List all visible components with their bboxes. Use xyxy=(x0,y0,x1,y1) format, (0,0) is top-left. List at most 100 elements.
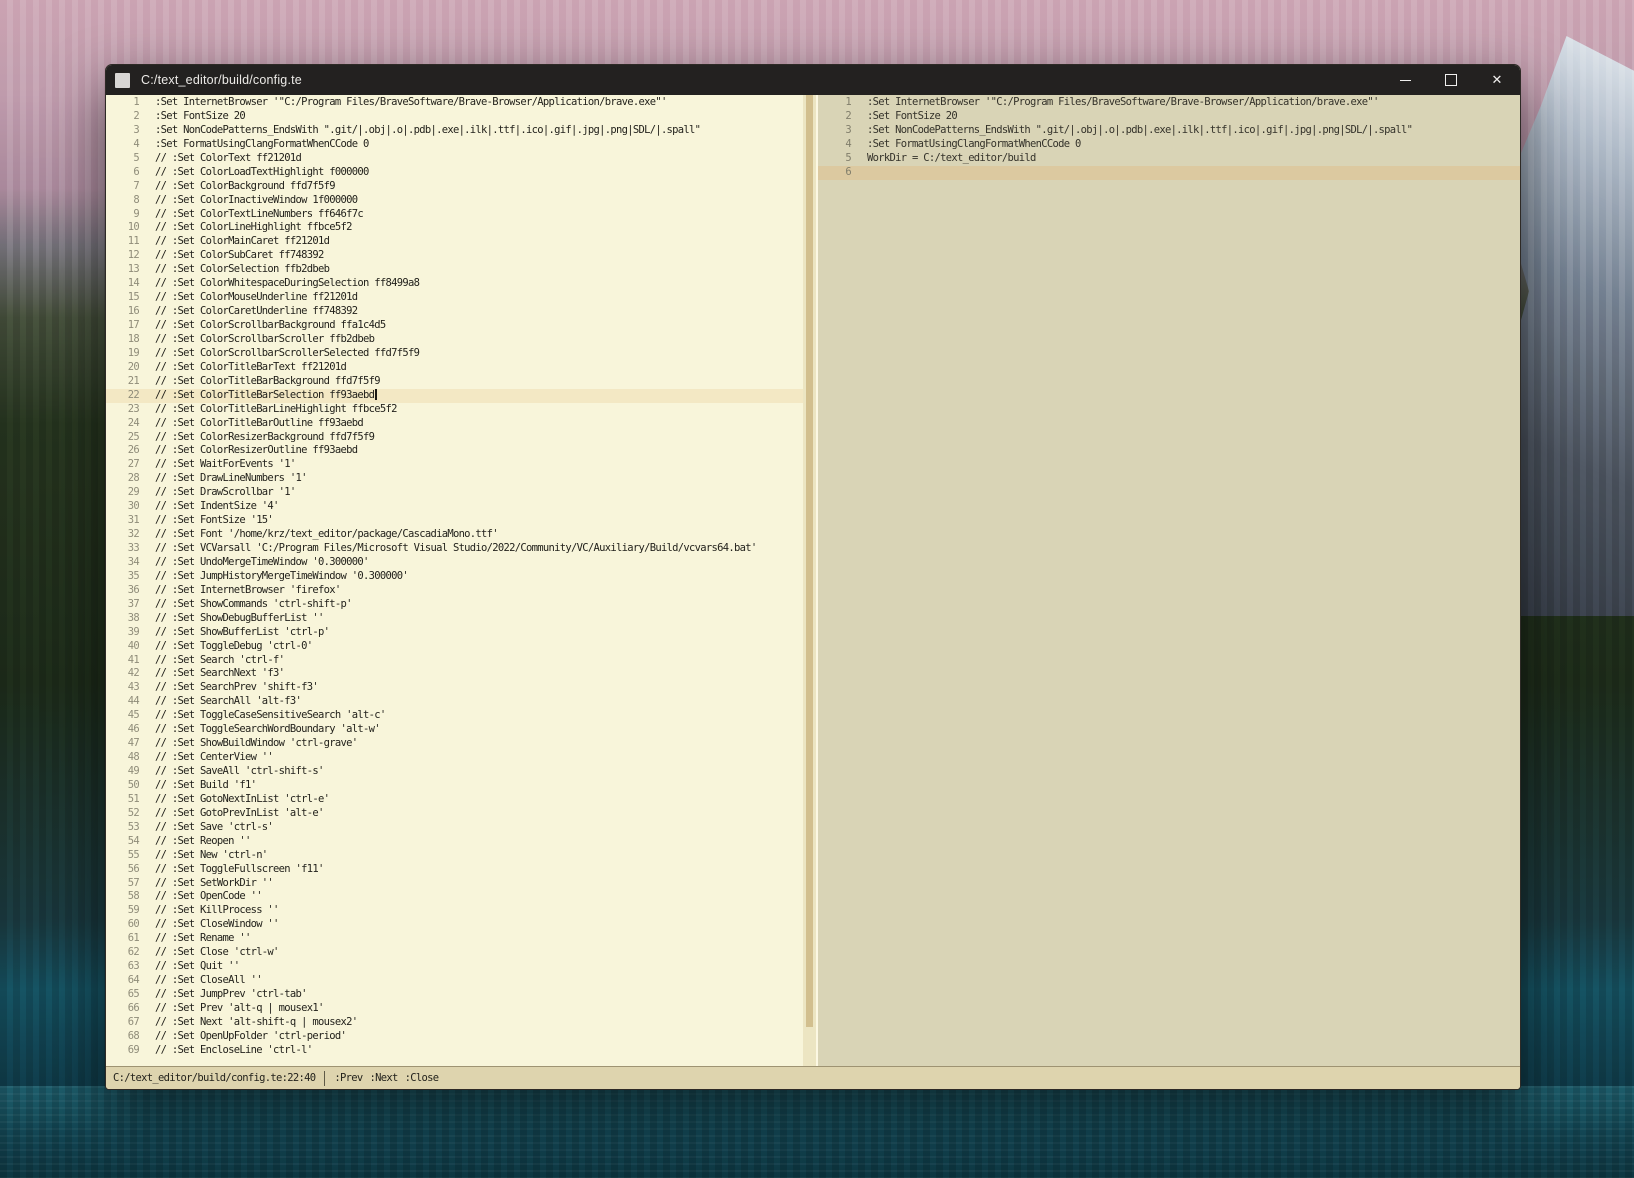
code-line[interactable]: 34 // :Set UndoMergeTimeWindow '0.300000… xyxy=(106,556,804,570)
line-number: 45 xyxy=(106,709,139,723)
line-number: 55 xyxy=(106,849,139,863)
code-line[interactable]: 58 // :Set OpenCode '' xyxy=(106,890,804,904)
code-line[interactable]: 41 // :Set Search 'ctrl-f' xyxy=(106,654,804,668)
code-line[interactable]: 57 // :Set SetWorkDir '' xyxy=(106,877,804,891)
code-line[interactable]: 42 // :Set SearchNext 'f3' xyxy=(106,667,804,681)
code-line[interactable]: 4 :Set FormatUsingClangFormatWhenCCode 0 xyxy=(106,138,804,152)
code-line[interactable]: 4 :Set FormatUsingClangFormatWhenCCode 0 xyxy=(818,138,1520,152)
close-command[interactable]: :Close xyxy=(405,1072,439,1084)
code-line[interactable]: 39 // :Set ShowBufferList 'ctrl-p' xyxy=(106,626,804,640)
left-editor-pane[interactable]: 1 :Set InternetBrowser '"C:/Program File… xyxy=(106,95,818,1066)
code-line[interactable]: 32 // :Set Font '/home/krz/text_editor/p… xyxy=(106,528,804,542)
code-line[interactable]: 14 // :Set ColorWhitespaceDuringSelectio… xyxy=(106,277,804,291)
code-line[interactable]: 21 // :Set ColorTitleBarBackground ffd7f… xyxy=(106,375,804,389)
close-button[interactable]: ✕ xyxy=(1474,65,1520,95)
code-line[interactable]: 64 // :Set CloseAll '' xyxy=(106,974,804,988)
line-number: 25 xyxy=(106,431,139,445)
code-line[interactable]: 36 // :Set InternetBrowser 'firefox' xyxy=(106,584,804,598)
code-line[interactable]: 43 // :Set SearchPrev 'shift-f3' xyxy=(106,681,804,695)
code-line[interactable]: 20 // :Set ColorTitleBarText ff21201d xyxy=(106,361,804,375)
minimize-button[interactable] xyxy=(1382,65,1428,95)
line-number: 7 xyxy=(106,180,139,194)
next-command[interactable]: :Next xyxy=(370,1072,398,1084)
code-line[interactable]: 51 // :Set GotoNextInList 'ctrl-e' xyxy=(106,793,804,807)
code-line[interactable]: 62 // :Set Close 'ctrl-w' xyxy=(106,946,804,960)
code-line[interactable]: 31 // :Set FontSize '15' xyxy=(106,514,804,528)
code-line[interactable]: 46 // :Set ToggleSearchWordBoundary 'alt… xyxy=(106,723,804,737)
code-line[interactable]: 54 // :Set Reopen '' xyxy=(106,835,804,849)
code-line[interactable]: 29 // :Set DrawScrollbar '1' xyxy=(106,486,804,500)
code-line[interactable]: 63 // :Set Quit '' xyxy=(106,960,804,974)
code-line[interactable]: 3 :Set NonCodePatterns_EndsWith ".git/|.… xyxy=(106,124,804,138)
code-line[interactable]: 52 // :Set GotoPrevInList 'alt-e' xyxy=(106,807,804,821)
code-line[interactable]: 5 WorkDir = C:/text_editor/build xyxy=(818,152,1520,166)
right-pane-code: 1 :Set InternetBrowser '"C:/Program File… xyxy=(818,95,1520,180)
title-bar[interactable]: C:/text_editor/build/config.te ✕ xyxy=(106,65,1520,95)
code-line[interactable]: 59 // :Set KillProcess '' xyxy=(106,904,804,918)
code-line[interactable]: 49 // :Set SaveAll 'ctrl-shift-s' xyxy=(106,765,804,779)
code-line[interactable]: 35 // :Set JumpHistoryMergeTimeWindow '0… xyxy=(106,570,804,584)
code-line[interactable]: 23 // :Set ColorTitleBarLineHighlight ff… xyxy=(106,403,804,417)
code-line[interactable]: 30 // :Set IndentSize '4' xyxy=(106,500,804,514)
code-line[interactable]: 7 // :Set ColorBackground ffd7f5f9 xyxy=(106,180,804,194)
line-text: // :Set DrawLineNumbers '1' xyxy=(139,472,307,486)
code-line[interactable]: 24 // :Set ColorTitleBarOutline ff93aebd xyxy=(106,417,804,431)
code-line[interactable]: 44 // :Set SearchAll 'alt-f3' xyxy=(106,695,804,709)
line-text: :Set FontSize 20 xyxy=(851,110,957,124)
code-line[interactable]: 1 :Set InternetBrowser '"C:/Program File… xyxy=(106,96,804,110)
code-line[interactable]: 25 // :Set ColorResizerBackground ffd7f5… xyxy=(106,431,804,445)
code-line[interactable]: 60 // :Set CloseWindow '' xyxy=(106,918,804,932)
code-line[interactable]: 2 :Set FontSize 20 xyxy=(818,110,1520,124)
code-line[interactable]: 8 // :Set ColorInactiveWindow 1f000000 xyxy=(106,194,804,208)
code-line[interactable]: 19 // :Set ColorScrollbarScrollerSelecte… xyxy=(106,347,804,361)
code-line[interactable]: 50 // :Set Build 'f1' xyxy=(106,779,804,793)
code-line[interactable]: 10 // :Set ColorLineHighlight ffbce5f2 xyxy=(106,221,804,235)
code-line[interactable]: 2 :Set FontSize 20 xyxy=(106,110,804,124)
code-line[interactable]: 5 // :Set ColorText ff21201d xyxy=(106,152,804,166)
line-text: // :Set ColorTitleBarText ff21201d xyxy=(139,361,346,375)
code-line[interactable]: 22 // :Set ColorTitleBarSelection ff93ae… xyxy=(106,389,804,403)
line-text: :Set InternetBrowser '"C:/Program Files/… xyxy=(139,96,667,110)
code-line[interactable]: 9 // :Set ColorTextLineNumbers ff646f7c xyxy=(106,208,804,222)
code-line[interactable]: 17 // :Set ColorScrollbarBackground ffa1… xyxy=(106,319,804,333)
code-line[interactable]: 15 // :Set ColorMouseUnderline ff21201d xyxy=(106,291,804,305)
code-line[interactable]: 69 // :Set EncloseLine 'ctrl-l' xyxy=(106,1044,804,1058)
line-text: // :Set Font '/home/krz/text_editor/pack… xyxy=(139,528,498,542)
line-number: 53 xyxy=(106,821,139,835)
code-line[interactable]: 11 // :Set ColorMainCaret ff21201d xyxy=(106,235,804,249)
line-text: // :Set ToggleDebug 'ctrl-0' xyxy=(139,640,312,654)
code-line[interactable]: 56 // :Set ToggleFullscreen 'f11' xyxy=(106,863,804,877)
code-line[interactable]: 1 :Set InternetBrowser '"C:/Program File… xyxy=(818,96,1520,110)
code-line[interactable]: 12 // :Set ColorSubCaret ff748392 xyxy=(106,249,804,263)
code-line[interactable]: 6 xyxy=(818,166,1520,180)
code-line[interactable]: 38 // :Set ShowDebugBufferList '' xyxy=(106,612,804,626)
code-line[interactable]: 13 // :Set ColorSelection ffb2dbeb xyxy=(106,263,804,277)
code-line[interactable]: 6 // :Set ColorLoadTextHighlight f000000 xyxy=(106,166,804,180)
code-line[interactable]: 18 // :Set ColorScrollbarScroller ffb2db… xyxy=(106,333,804,347)
code-line[interactable]: 37 // :Set ShowCommands 'ctrl-shift-p' xyxy=(106,598,804,612)
code-line[interactable]: 33 // :Set VCVarsall 'C:/Program Files/M… xyxy=(106,542,804,556)
code-line[interactable]: 48 // :Set CenterView '' xyxy=(106,751,804,765)
line-number: 28 xyxy=(106,472,139,486)
code-line[interactable]: 28 // :Set DrawLineNumbers '1' xyxy=(106,472,804,486)
code-line[interactable]: 47 // :Set ShowBuildWindow 'ctrl-grave' xyxy=(106,737,804,751)
code-line[interactable]: 3 :Set NonCodePatterns_EndsWith ".git/|.… xyxy=(818,124,1520,138)
code-line[interactable]: 16 // :Set ColorCaretUnderline ff748392 xyxy=(106,305,804,319)
code-line[interactable]: 40 // :Set ToggleDebug 'ctrl-0' xyxy=(106,640,804,654)
code-line[interactable]: 55 // :Set New 'ctrl-n' xyxy=(106,849,804,863)
maximize-button[interactable] xyxy=(1428,65,1474,95)
code-line[interactable]: 61 // :Set Rename '' xyxy=(106,932,804,946)
code-line[interactable]: 65 // :Set JumpPrev 'ctrl-tab' xyxy=(106,988,804,1002)
code-line[interactable]: 27 // :Set WaitForEvents '1' xyxy=(106,458,804,472)
code-line[interactable]: 53 // :Set Save 'ctrl-s' xyxy=(106,821,804,835)
left-pane-scrollbar[interactable] xyxy=(803,95,816,1066)
prev-command[interactable]: :Prev xyxy=(334,1072,362,1084)
code-line[interactable]: 66 // :Set Prev 'alt-q | mousex1' xyxy=(106,1002,804,1016)
code-line[interactable]: 67 // :Set Next 'alt-shift-q | mousex2' xyxy=(106,1016,804,1030)
scrollbar-thumb[interactable] xyxy=(806,95,813,1027)
code-line[interactable]: 26 // :Set ColorResizerOutline ff93aebd xyxy=(106,444,804,458)
code-line[interactable]: 45 // :Set ToggleCaseSensitiveSearch 'al… xyxy=(106,709,804,723)
line-number: 65 xyxy=(106,988,139,1002)
code-line[interactable]: 68 // :Set OpenUpFolder 'ctrl-period' xyxy=(106,1030,804,1044)
right-editor-pane[interactable]: 1 :Set InternetBrowser '"C:/Program File… xyxy=(818,95,1520,1066)
